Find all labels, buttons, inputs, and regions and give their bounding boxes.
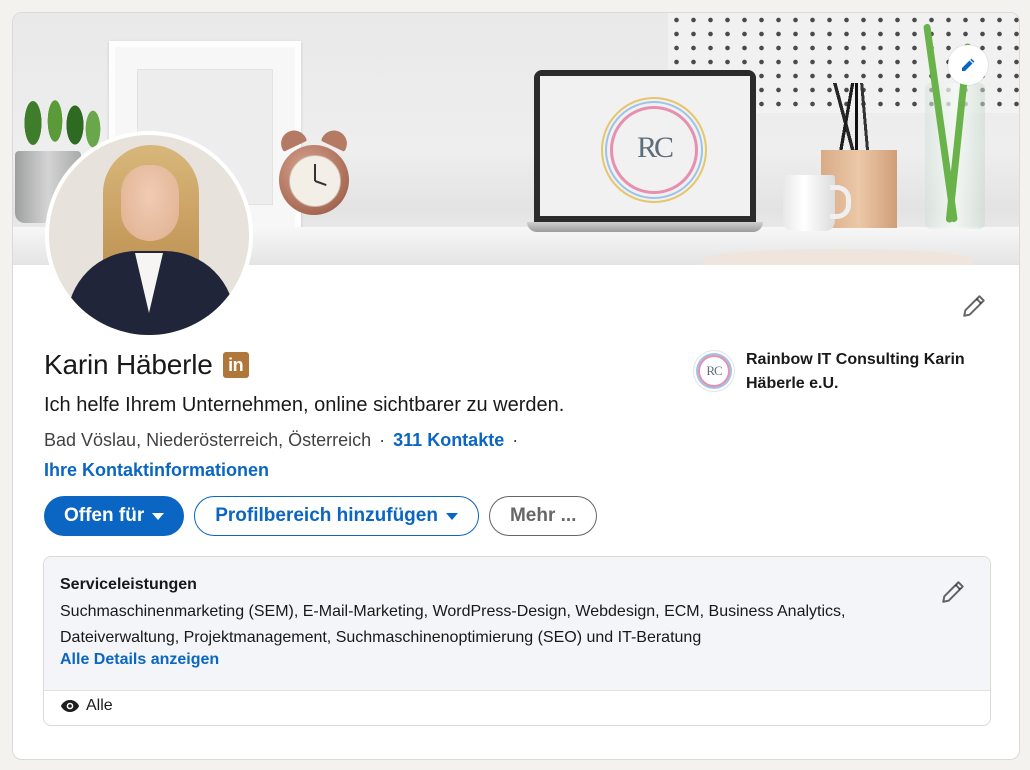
visibility-label: Alle bbox=[86, 697, 113, 714]
edit-banner-button[interactable] bbox=[948, 45, 988, 85]
pencil-icon bbox=[942, 581, 964, 603]
pencil-icon bbox=[962, 58, 975, 71]
profile-actions: Offen für Profilbereich hinzufügen Mehr … bbox=[44, 496, 598, 536]
edit-services-button[interactable] bbox=[936, 575, 970, 609]
pencil-icon bbox=[963, 295, 985, 317]
caret-down-icon bbox=[152, 512, 165, 520]
profile-headline: Ich helfe Ihrem Unternehmen, online sich… bbox=[44, 394, 565, 416]
contact-info-link[interactable]: Ihre Kontaktinformationen bbox=[44, 460, 269, 481]
services-title: Serviceleistungen bbox=[60, 576, 197, 593]
eye-icon bbox=[61, 700, 79, 712]
visibility-indicator: Alle bbox=[60, 697, 113, 715]
more-button[interactable]: Mehr ... bbox=[488, 496, 598, 536]
banner-tray bbox=[703, 249, 973, 265]
profile-avatar[interactable] bbox=[45, 131, 253, 339]
show-all-details-link[interactable]: Alle Details anzeigen bbox=[60, 651, 219, 669]
profile-card: RC Karin Häberle in Ich helfe Ihrem Unte… bbox=[12, 12, 1020, 760]
laptop-rc-logo: RC bbox=[610, 106, 698, 194]
separator-dot: · bbox=[512, 430, 519, 450]
company-logo: RC bbox=[693, 350, 735, 392]
location-row: Bad Vöslau, Niederösterreich, Österreich… bbox=[44, 430, 526, 451]
linkedin-premium-icon[interactable]: in bbox=[222, 352, 249, 378]
caret-down-icon bbox=[445, 512, 458, 520]
connections-link[interactable]: 311 Kontakte bbox=[393, 430, 504, 450]
company-name[interactable]: Rainbow IT Consulting Karin Häberle e.U. bbox=[746, 348, 996, 396]
services-section: Serviceleistungen Suchmaschinenmarketing… bbox=[43, 556, 991, 726]
banner-alarm-clock bbox=[276, 126, 352, 217]
profile-location: Bad Vöslau, Niederösterreich, Österreich bbox=[44, 430, 372, 450]
services-list: Suchmaschinenmarketing (SEM), E-Mail-Mar… bbox=[60, 603, 846, 646]
banner-mug bbox=[783, 175, 851, 231]
current-company[interactable]: RC Rainbow IT Consulting Karin Häberle e… bbox=[693, 348, 996, 396]
profile-name: Karin Häberle bbox=[44, 349, 213, 380]
add-profile-section-button[interactable]: Profilbereich hinzufügen bbox=[194, 496, 479, 536]
name-row: Karin Häberle in bbox=[44, 349, 249, 381]
edit-profile-button[interactable] bbox=[957, 289, 991, 323]
banner-laptop: RC bbox=[527, 70, 763, 234]
separator-dot: · bbox=[379, 430, 386, 450]
services-content: Serviceleistungen Suchmaschinenmarketing… bbox=[44, 557, 990, 691]
open-to-button[interactable]: Offen für bbox=[44, 496, 185, 536]
banner-pencils bbox=[813, 83, 883, 155]
